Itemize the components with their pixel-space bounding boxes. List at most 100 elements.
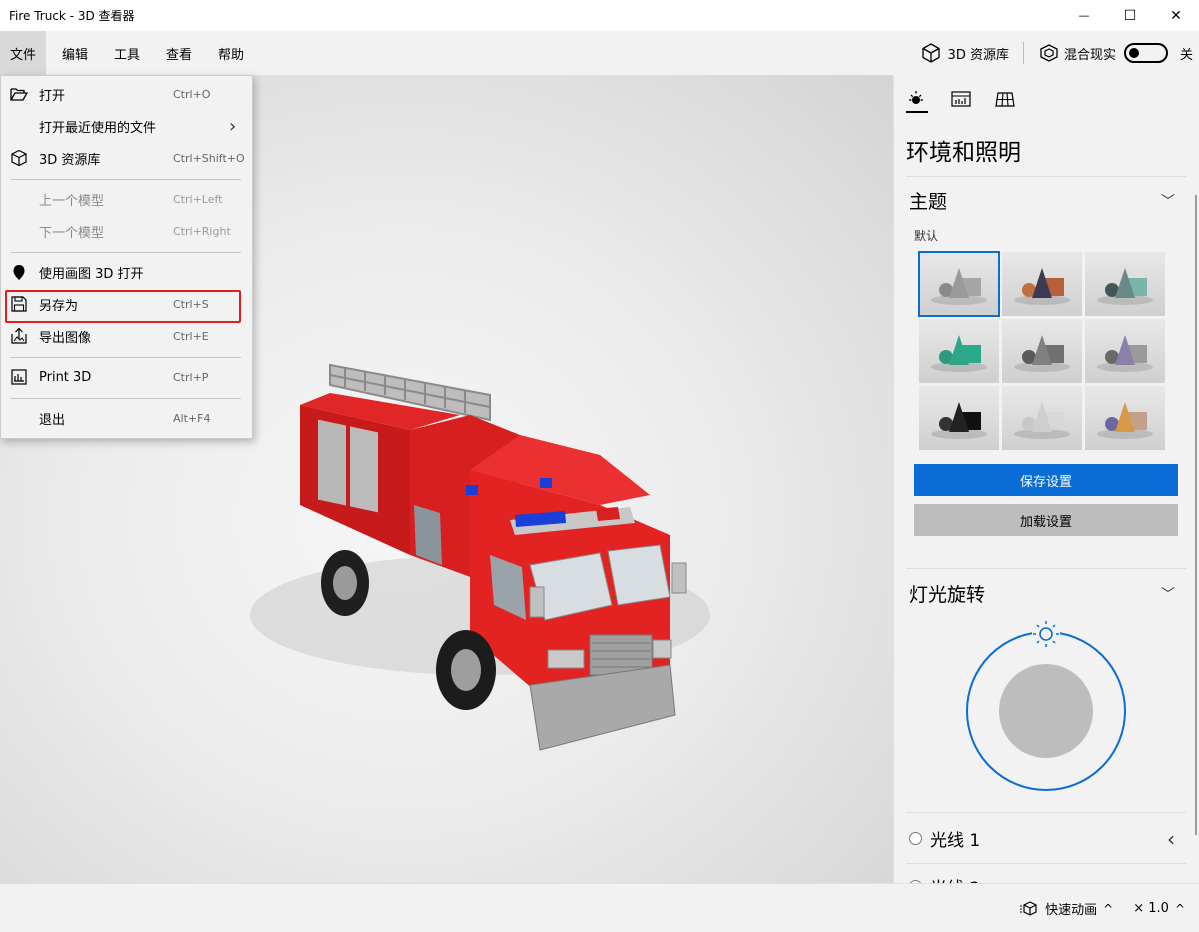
menu-item-shortcut: Ctrl+E	[173, 329, 209, 343]
theme-preview	[1097, 335, 1153, 372]
menu-item-label: 退出	[39, 412, 66, 428]
animation-control[interactable]: 快速动画 ^	[1019, 899, 1113, 918]
theme-preview	[1014, 335, 1070, 372]
load-settings-button[interactable]: 加载设置	[914, 504, 1178, 536]
menu-item-print-3d[interactable]: Print 3D Ctrl+P	[1, 362, 252, 392]
chevron-down-icon[interactable]: ﹀	[1161, 584, 1175, 604]
export-icon	[10, 327, 28, 345]
save-settings-button[interactable]: 保存设置	[914, 464, 1178, 496]
theme-option[interactable]	[1002, 252, 1082, 316]
minimize-button[interactable]: —	[1061, 0, 1107, 31]
menu-item-label: 3D 资源库	[39, 152, 101, 168]
menu-item-label: 导出图像	[39, 330, 92, 346]
menu-item-label: 打开最近使用的文件	[39, 120, 157, 136]
menu-item-label: 上一个模型	[39, 193, 105, 209]
menu-edit[interactable]: 编辑	[52, 31, 98, 75]
menu-divider	[10, 252, 241, 253]
environment-panel: 环境和照明 主题 ﹀ 默认 保存设置 加载设置 灯光旋转 ﹀ 光线 1 ‹ 光线…	[893, 75, 1199, 883]
section-divider	[906, 863, 1186, 864]
stats-icon	[951, 91, 971, 107]
light-rotation-dial[interactable]	[894, 615, 1199, 795]
light-handle-sun-icon[interactable]	[1032, 621, 1060, 647]
mixed-reality-icon	[1040, 44, 1058, 62]
menu-item-shortcut: Ctrl+Right	[173, 224, 231, 238]
menu-divider	[10, 179, 241, 180]
menu-view[interactable]: 查看	[156, 31, 202, 75]
light-1-label: 光线 1	[930, 831, 981, 851]
menu-item-label: 打开	[39, 88, 66, 104]
mixed-reality-label: 混合现实	[1063, 47, 1116, 63]
menu-file[interactable]: 文件	[0, 31, 46, 75]
chevron-up-icon[interactable]: ^	[1103, 902, 1113, 916]
mixed-reality-state: 关	[1179, 47, 1193, 63]
theme-option[interactable]	[1085, 319, 1165, 383]
tab-stats[interactable]	[950, 89, 994, 113]
theme-section-title[interactable]: 主题	[909, 187, 947, 214]
menu-item-exit[interactable]: 退出 Alt+F4	[1, 403, 252, 433]
theme-option[interactable]	[918, 251, 1000, 317]
menu-item-shortcut: Alt+F4	[173, 411, 211, 425]
panel-scrollbar[interactable]	[1195, 195, 1197, 835]
menu-item-shortcut: Ctrl+Left	[173, 192, 223, 206]
panel-title: 环境和照明	[906, 140, 1021, 166]
chevron-right-icon: ›	[229, 115, 237, 137]
menu-help[interactable]: 帮助	[208, 31, 254, 75]
chevron-down-icon[interactable]: ﹀	[1161, 191, 1175, 211]
menu-item-shortcut: Ctrl+P	[173, 370, 209, 384]
light-1-row[interactable]: 光线 1	[909, 826, 980, 851]
light-1-radio[interactable]	[909, 832, 922, 845]
theme-option[interactable]	[1085, 252, 1165, 316]
light-sphere	[999, 664, 1093, 758]
menu-tools[interactable]: 工具	[104, 31, 150, 75]
menu-item-shortcut: Ctrl+O	[173, 87, 211, 101]
menu-bar: 文件 编辑 工具 查看 帮助 3D 资源库 混合现实 关	[0, 31, 1199, 75]
theme-option[interactable]	[1002, 319, 1082, 383]
theme-grid	[918, 251, 1169, 450]
toolbar-divider	[1022, 42, 1024, 64]
menu-item-label: 下一个模型	[39, 225, 105, 241]
maximize-button[interactable]: ☐	[1107, 0, 1153, 31]
zoom-control[interactable]: × 1.0 ^	[1133, 901, 1185, 916]
tab-lighting[interactable]	[906, 89, 928, 113]
chevron-left-icon[interactable]: ‹	[1167, 827, 1175, 851]
panel-tabs	[906, 89, 1038, 113]
folder-open-icon	[10, 85, 28, 103]
menu-item-library[interactable]: 3D 资源库 Ctrl+Shift+O	[1, 143, 252, 173]
menu-item-shortcut: Ctrl+Shift+O	[173, 151, 245, 165]
theme-preview	[931, 268, 987, 305]
theme-preview	[1014, 268, 1070, 305]
mixed-reality-toggle[interactable]	[1123, 43, 1168, 63]
menu-item-previous-model: 上一个模型 Ctrl+Left	[1, 184, 252, 214]
theme-option[interactable]	[1085, 386, 1165, 450]
status-bar: 快速动画 ^ × 1.0 ^	[0, 883, 1199, 932]
menu-divider	[10, 398, 241, 399]
animation-label: 快速动画	[1045, 903, 1098, 918]
theme-preview	[1014, 402, 1070, 439]
menu-item-recent[interactable]: 打开最近使用的文件 ›	[1, 111, 252, 141]
save-as-highlight	[5, 290, 241, 323]
theme-option[interactable]	[1002, 386, 1082, 450]
light-rotation-title[interactable]: 灯光旋转	[909, 580, 985, 607]
theme-preview	[931, 402, 987, 439]
theme-option[interactable]	[919, 319, 999, 383]
menu-item-label: 使用画图 3D 打开	[39, 266, 144, 282]
cube-icon	[10, 149, 28, 167]
paint3d-icon	[10, 263, 28, 281]
menu-item-export-image[interactable]: 导出图像 Ctrl+E	[1, 321, 252, 351]
tab-grid[interactable]	[994, 89, 1038, 113]
section-divider	[906, 568, 1186, 569]
mixed-reality-control[interactable]: 混合现实 关	[1038, 42, 1199, 64]
library-button[interactable]: 3D 资源库	[920, 42, 1009, 64]
window-controls: — ☐ ✕	[1061, 0, 1199, 31]
chevron-up-icon[interactable]: ^	[1175, 902, 1185, 916]
menu-item-open-paint3d[interactable]: 使用画图 3D 打开	[1, 257, 252, 287]
close-button[interactable]: ✕	[1153, 0, 1199, 31]
light-2-row[interactable]: 光线 2	[909, 874, 980, 883]
section-divider	[906, 812, 1186, 813]
light-2-label: 光线 2	[930, 874, 980, 883]
section-divider	[906, 176, 1186, 177]
animation-cube-icon	[1020, 900, 1037, 916]
theme-option[interactable]	[919, 386, 999, 450]
grid-icon	[995, 92, 1015, 107]
menu-item-open[interactable]: 打开 Ctrl+O	[1, 79, 252, 109]
